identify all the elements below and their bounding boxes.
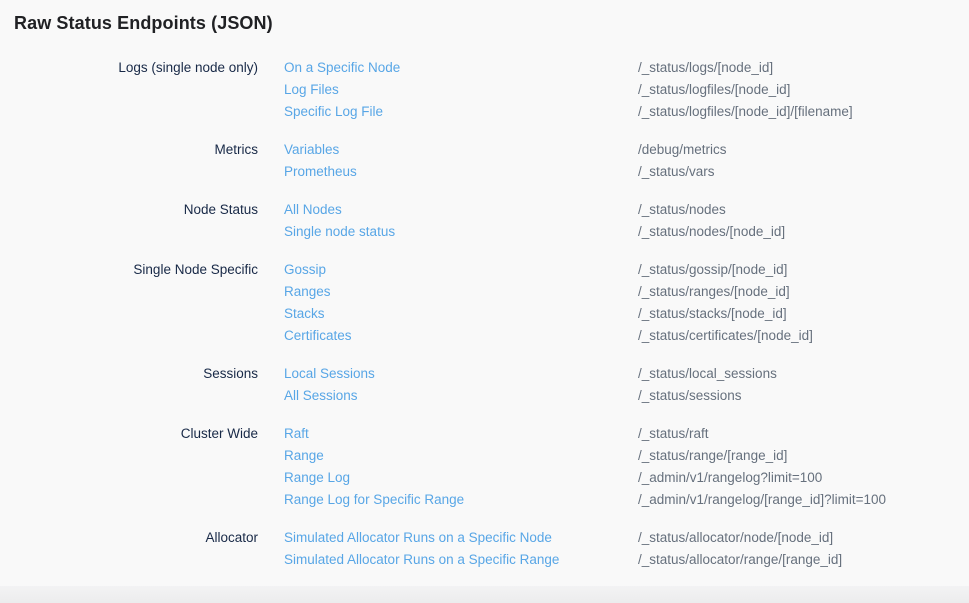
endpoint-paths-column: /_status/local_sessions/_status/sessions bbox=[638, 363, 969, 407]
endpoint-link[interactable]: Variables bbox=[284, 139, 612, 161]
endpoint-link[interactable]: Local Sessions bbox=[284, 363, 612, 385]
endpoint-link[interactable]: Specific Log File bbox=[284, 101, 612, 123]
endpoint-link[interactable]: Single node status bbox=[284, 221, 612, 243]
endpoint-section: Logs (single node only) On a Specific Nod… bbox=[14, 57, 969, 123]
endpoint-path: /_admin/v1/rangelog?limit=100 bbox=[638, 467, 969, 489]
endpoint-link[interactable]: Ranges bbox=[284, 281, 612, 303]
endpoint-link[interactable]: Simulated Allocator Runs on a Specific N… bbox=[284, 527, 612, 549]
endpoint-links-column: VariablesPrometheus bbox=[284, 139, 612, 183]
endpoint-links-column: On a Specific NodeLog FilesSpecific Log … bbox=[284, 57, 612, 123]
footer-strip bbox=[0, 586, 969, 603]
endpoint-sections: Logs (single node only) On a Specific Nod… bbox=[14, 57, 969, 571]
endpoint-link[interactable]: Certificates bbox=[284, 325, 612, 347]
endpoint-links-column: GossipRangesStacksCertificates bbox=[284, 259, 612, 347]
endpoint-paths-column: /_status/raft/_status/range/[range_id]/_… bbox=[638, 423, 969, 511]
endpoint-paths-column: /_status/gossip/[node_id]/_status/ranges… bbox=[638, 259, 969, 347]
endpoint-links-column: Simulated Allocator Runs on a Specific N… bbox=[284, 527, 612, 571]
endpoint-section: Cluster Wide RaftRangeRange LogRange Log … bbox=[14, 423, 969, 511]
endpoint-link[interactable]: Gossip bbox=[284, 259, 612, 281]
endpoint-link[interactable]: All Sessions bbox=[284, 385, 612, 407]
category-label: Metrics bbox=[14, 139, 258, 183]
endpoint-paths-column: /_status/nodes/_status/nodes/[node_id] bbox=[638, 199, 969, 243]
endpoint-section: Node Status All NodesSingle node status /_… bbox=[14, 199, 969, 243]
endpoint-path: /_status/vars bbox=[638, 161, 969, 183]
endpoint-path: /_status/logfiles/[node_id] bbox=[638, 79, 969, 101]
endpoint-path: /_status/certificates/[node_id] bbox=[638, 325, 969, 347]
endpoint-section: Metrics VariablesPrometheus/debug/metrics… bbox=[14, 139, 969, 183]
category-label: Cluster Wide bbox=[14, 423, 258, 511]
endpoint-path: /_status/raft bbox=[638, 423, 969, 445]
category-label: Sessions bbox=[14, 363, 258, 407]
endpoint-path: /_status/logfiles/[node_id]/[filename] bbox=[638, 101, 969, 123]
endpoint-paths-column: /_status/logs/[node_id]/_status/logfiles… bbox=[638, 57, 969, 123]
endpoint-path: /_status/allocator/range/[range_id] bbox=[638, 549, 969, 571]
endpoint-section: Single Node Specific GossipRangesStacksCe… bbox=[14, 259, 969, 347]
endpoint-paths-column: /debug/metrics/_status/vars bbox=[638, 139, 969, 183]
endpoint-path: /_status/ranges/[node_id] bbox=[638, 281, 969, 303]
endpoint-path: /_status/range/[range_id] bbox=[638, 445, 969, 467]
endpoint-path: /_status/gossip/[node_id] bbox=[638, 259, 969, 281]
endpoint-path: /_status/nodes/[node_id] bbox=[638, 221, 969, 243]
endpoint-links-column: Local SessionsAll Sessions bbox=[284, 363, 612, 407]
endpoint-link[interactable]: Stacks bbox=[284, 303, 612, 325]
endpoint-path: /_admin/v1/rangelog/[range_id]?limit=100 bbox=[638, 489, 969, 511]
endpoint-path: /_status/logs/[node_id] bbox=[638, 57, 969, 79]
endpoint-link[interactable]: Range Log bbox=[284, 467, 612, 489]
endpoint-paths-column: /_status/allocator/node/[node_id]/_statu… bbox=[638, 527, 969, 571]
endpoint-path: /_status/sessions bbox=[638, 385, 969, 407]
category-label: Logs (single node only) bbox=[14, 57, 258, 123]
endpoint-link[interactable]: Raft bbox=[284, 423, 612, 445]
endpoint-link[interactable]: Prometheus bbox=[284, 161, 612, 183]
endpoint-links-column: RaftRangeRange LogRange Log for Specific… bbox=[284, 423, 612, 511]
endpoint-path: /_status/allocator/node/[node_id] bbox=[638, 527, 969, 549]
endpoint-path: /_status/stacks/[node_id] bbox=[638, 303, 969, 325]
endpoint-link[interactable]: Simulated Allocator Runs on a Specific R… bbox=[284, 549, 612, 571]
endpoint-path: /debug/metrics bbox=[638, 139, 969, 161]
endpoint-link[interactable]: Log Files bbox=[284, 79, 612, 101]
endpoint-link[interactable]: Range Log for Specific Range bbox=[284, 489, 612, 511]
endpoint-path: /_status/nodes bbox=[638, 199, 969, 221]
endpoint-links-column: All NodesSingle node status bbox=[284, 199, 612, 243]
endpoint-section: Sessions Local SessionsAll Sessions /_stat… bbox=[14, 363, 969, 407]
endpoint-link[interactable]: All Nodes bbox=[284, 199, 612, 221]
debug-endpoints-page: Raw Status Endpoints (JSON) Logs (single… bbox=[0, 0, 969, 603]
category-label: Allocator bbox=[14, 527, 258, 571]
category-label: Node Status bbox=[14, 199, 258, 243]
endpoint-link[interactable]: On a Specific Node bbox=[284, 57, 612, 79]
endpoint-section: Allocator Simulated Allocator Runs on a S… bbox=[14, 527, 969, 571]
page-title: Raw Status Endpoints (JSON) bbox=[14, 13, 969, 34]
endpoint-path: /_status/local_sessions bbox=[638, 363, 969, 385]
endpoint-link[interactable]: Range bbox=[284, 445, 612, 467]
category-label: Single Node Specific bbox=[14, 259, 258, 347]
